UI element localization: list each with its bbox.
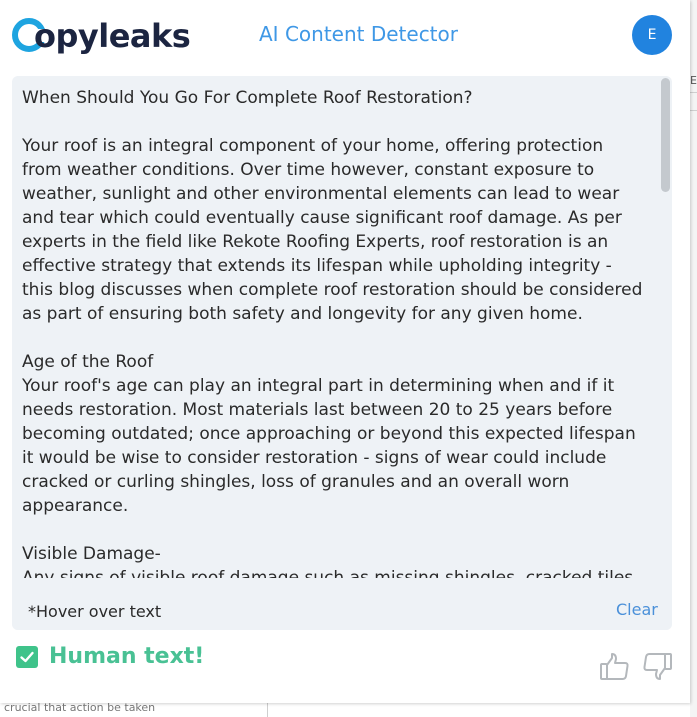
scrollbar[interactable]	[660, 78, 670, 578]
scrollbar-thumb[interactable]	[661, 78, 670, 192]
background-divider	[690, 110, 697, 111]
copyleaks-logo: opyleaks	[12, 13, 191, 57]
user-avatar[interactable]: E	[632, 15, 672, 55]
panel-footer: *Hover over text Clear	[12, 584, 672, 630]
analyzed-text[interactable]: When Should You Go For Complete Roof Res…	[22, 86, 647, 578]
background-page-text: crucial that action be taken	[0, 703, 697, 717]
clear-button[interactable]: Clear	[616, 600, 658, 619]
text-panel: When Should You Go For Complete Roof Res…	[12, 76, 672, 630]
thumbs-up-icon[interactable]	[599, 651, 630, 682]
popup-title: AI Content Detector	[259, 22, 458, 46]
thumbs-down-icon[interactable]	[642, 651, 673, 682]
hover-hint: *Hover over text	[28, 602, 162, 621]
background-mark: E	[690, 74, 697, 87]
background-divider	[267, 703, 268, 717]
background-page-edge: E	[690, 0, 697, 717]
check-icon	[16, 646, 38, 668]
background-text: crucial that action be taken	[4, 703, 156, 714]
detector-popup: opyleaks AI Content Detector E When Shou…	[0, 0, 690, 703]
logo-text: opyleaks	[34, 17, 191, 55]
result-label: Human text!	[49, 644, 205, 669]
background-divider	[690, 92, 697, 93]
